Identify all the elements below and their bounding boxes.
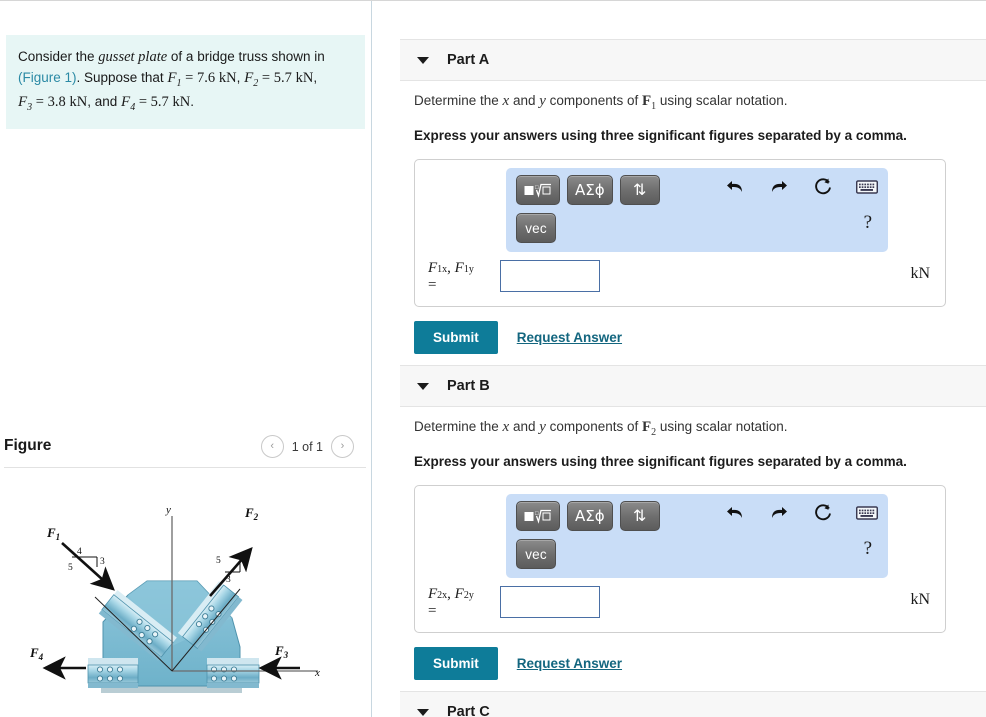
keyboard-icon[interactable] [856,176,878,198]
reset-icon[interactable] [812,176,834,198]
part-b-label: Part B [447,378,490,394]
part-a-math-toolbar: □ ΑΣϕ ⇅ vec ? [506,168,888,252]
part-a-answer-unit: kN [910,265,930,282]
problem-text-3: . Suppose that [76,70,168,86]
figure-divider [4,467,366,468]
chevron-down-icon [417,382,429,390]
figure-label-f4: F4 [29,645,44,662]
part-b-answer-card: □ ΑΣϕ ⇅ vec ? F2x, F2y = kN [414,485,946,633]
member-f3 [206,658,260,688]
part-a-answer-input[interactable] [500,260,600,292]
force-f1-value: = 7.6 [181,70,216,87]
part-b-answer-input[interactable] [500,586,600,618]
axis-label-y: y [165,504,171,516]
part-b-answer-unit: kN [910,591,930,608]
force-f3-unit: kN [69,93,88,110]
redo-icon[interactable] [768,176,790,198]
help-icon[interactable]: ? [864,212,872,234]
figure-label-f1: F1 [46,525,60,542]
figure-title: Figure [4,437,52,454]
axis-label-x: x [314,667,320,679]
f2-slope-4: 4 [243,560,248,570]
part-b-instruction: Express your answers using three signifi… [414,454,907,469]
part-b-body: Determine the x and y components of F2 u… [400,417,986,680]
member-f4 [87,658,139,688]
f1-slope-3: 3 [100,557,105,567]
part-b-actions: Submit Request Answer [414,646,986,680]
redo-icon[interactable] [768,502,790,524]
greek-symbols-button[interactable]: ΑΣϕ [567,175,613,205]
figure-label-f2: F2 [244,505,259,522]
template-sqrt-button[interactable]: □ [516,501,560,531]
f2-slope-3: 3 [226,575,231,585]
part-a-request-answer-link[interactable]: Request Answer [517,330,622,345]
part-b-tool-icons [724,502,878,524]
page-root: Consider the gusset plate of a bridge tr… [0,0,986,717]
part-c-label: Part C [447,704,490,717]
sort-arrows-button[interactable]: ⇅ [619,501,660,531]
problem-period: . [190,93,195,109]
part-a-answer-row: F1x, F1y = kN [424,260,936,295]
force-f4-symbol: F4 [121,93,136,113]
figure-header: Figure ‹ 1 of 1 › [0,433,371,469]
vector-button[interactable]: vec [516,213,556,243]
figure-prev-button[interactable]: ‹ [260,435,284,458]
force-f3-symbol: F3 [18,93,33,113]
part-b-answer-label: F2x, F2y = [428,586,474,620]
part-a-instruction: Express your answers using three signifi… [414,128,907,143]
figure-label-f3: F3 [274,643,289,660]
part-a-label: Part A [447,52,490,68]
part-a-header[interactable]: Part A [400,39,986,81]
undo-icon[interactable] [724,502,746,524]
force-f4-value: = 5.7 [135,93,169,110]
problem-text-2: of a bridge truss shown in [167,49,325,64]
force-f3-value: = 3.8 [32,93,66,110]
part-a-answer-label: F1x, F1y = [428,260,474,294]
help-icon[interactable]: ? [864,538,872,560]
undo-icon[interactable] [724,176,746,198]
part-b-request-answer-link[interactable]: Request Answer [517,656,622,671]
figure-1-link[interactable]: (Figure 1) [18,70,77,85]
part-b-header[interactable]: Part B [400,365,986,407]
part-b-math-toolbar: □ ΑΣϕ ⇅ vec ? [506,494,888,578]
force-f4-unit: kN [172,93,191,110]
part-b-question: Determine the x and y components of F2 u… [414,419,788,438]
greek-symbols-button[interactable]: ΑΣϕ [567,501,613,531]
f2-slope-5: 5 [216,556,221,566]
force-f1-unit: kN [218,70,237,87]
figure-page-count: 1 of 1 [291,439,323,454]
f1-slope-4: 4 [77,547,82,557]
problem-text-1: Consider the [18,49,99,64]
part-a-body: Determine the x and y components of F1 u… [400,91,986,354]
part-a-submit-button[interactable]: Submit [414,320,498,354]
chevron-down-icon [417,708,429,716]
reset-icon[interactable] [812,502,834,524]
gusset-plate-figure: y x F1 4 3 5 F2 5 4 3 F3 F4 [29,504,320,693]
force-f2-symbol: F2 [244,70,259,90]
vector-button[interactable]: vec [516,539,556,569]
keyboard-icon[interactable] [856,502,878,524]
problem-italic-term: gusset plate [98,49,168,65]
force-f2-unit: kN [295,70,314,87]
force-f2-value: = 5.7 [258,70,292,87]
part-a-question: Determine the x and y components of F1 u… [414,93,788,112]
part-a-tool-icons [724,176,878,198]
part-b-answer-row: F2x, F2y = kN [424,586,936,621]
figure-pager: ‹ 1 of 1 › [260,435,354,458]
part-a-actions: Submit Request Answer [414,320,986,354]
part-a-answer-card: □ ΑΣϕ ⇅ vec ? F1x, F1y = kN [414,159,946,307]
f1-slope-5: 5 [68,563,73,573]
part-c-header[interactable]: Part C [400,691,986,717]
left-panel: Consider the gusset plate of a bridge tr… [0,1,372,717]
part-b-submit-button[interactable]: Submit [414,646,498,680]
problem-conjunction: , and [87,93,122,109]
sort-arrows-button[interactable]: ⇅ [619,175,660,205]
problem-statement: Consider the gusset plate of a bridge tr… [6,35,365,130]
template-sqrt-button[interactable]: □ [516,175,560,205]
chevron-down-icon [417,56,429,64]
figure-next-button[interactable]: › [331,435,354,458]
force-f1-symbol: F1 [167,70,182,90]
right-panel: Part A Determine the x and y components … [373,1,986,717]
